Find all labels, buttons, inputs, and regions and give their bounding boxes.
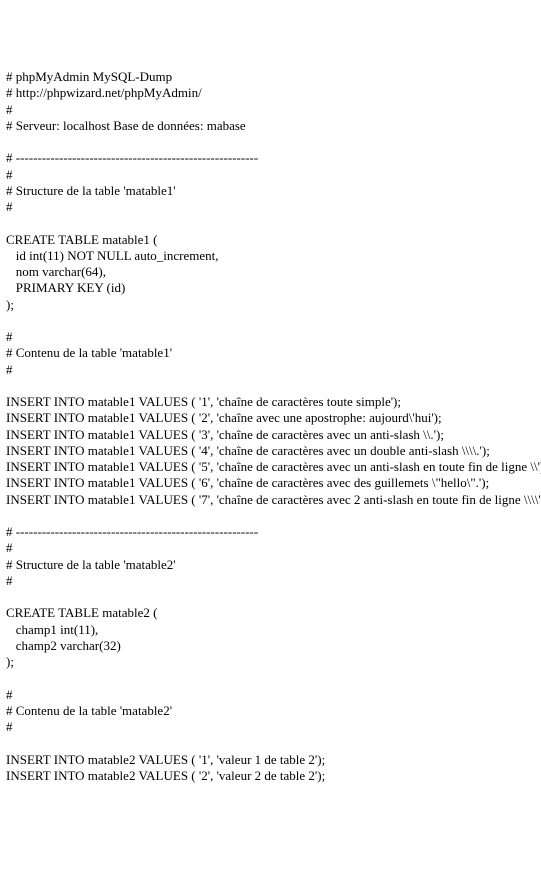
dump-line	[6, 378, 535, 394]
dump-line: CREATE TABLE matable1 (	[6, 232, 535, 248]
dump-line: #	[6, 199, 535, 215]
dump-line: # Contenu de la table 'matable2'	[6, 703, 535, 719]
dump-line	[6, 589, 535, 605]
dump-line: );	[6, 297, 535, 313]
dump-line: #	[6, 329, 535, 345]
dump-line	[6, 735, 535, 751]
dump-line: champ2 varchar(32)	[6, 638, 535, 654]
dump-line: #	[6, 167, 535, 183]
dump-line: #	[6, 687, 535, 703]
dump-line: #	[6, 573, 535, 589]
dump-line: # Structure de la table 'matable1'	[6, 183, 535, 199]
dump-line: # Structure de la table 'matable2'	[6, 557, 535, 573]
dump-line: # Contenu de la table 'matable1'	[6, 345, 535, 361]
dump-line	[6, 215, 535, 231]
dump-line: champ1 int(11),	[6, 622, 535, 638]
dump-line: #	[6, 102, 535, 118]
dump-line: INSERT INTO matable2 VALUES ( '2', 'vale…	[6, 768, 535, 784]
dump-line: id int(11) NOT NULL auto_increment,	[6, 248, 535, 264]
dump-line: CREATE TABLE matable2 (	[6, 605, 535, 621]
dump-line: # http://phpwizard.net/phpMyAdmin/	[6, 85, 535, 101]
dump-line: INSERT INTO matable1 VALUES ( '1', 'chaî…	[6, 394, 535, 410]
dump-line: # phpMyAdmin MySQL-Dump	[6, 69, 535, 85]
dump-line	[6, 134, 535, 150]
dump-line: # Serveur: localhost Base de données: ma…	[6, 118, 535, 134]
dump-line: #	[6, 540, 535, 556]
dump-line: PRIMARY KEY (id)	[6, 280, 535, 296]
dump-line	[6, 313, 535, 329]
dump-line: INSERT INTO matable1 VALUES ( '5', 'chaî…	[6, 459, 535, 475]
dump-line: #	[6, 362, 535, 378]
dump-line: INSERT INTO matable1 VALUES ( '2', 'chaî…	[6, 410, 535, 426]
dump-line	[6, 508, 535, 524]
dump-line: INSERT INTO matable2 VALUES ( '1', 'vale…	[6, 752, 535, 768]
dump-line	[6, 670, 535, 686]
dump-line: # --------------------------------------…	[6, 524, 535, 540]
dump-line: INSERT INTO matable1 VALUES ( '6', 'chaî…	[6, 475, 535, 491]
dump-line: INSERT INTO matable1 VALUES ( '4', 'chaî…	[6, 443, 535, 459]
sql-dump-text: # phpMyAdmin MySQL-Dump# http://phpwizar…	[6, 69, 535, 784]
dump-line: INSERT INTO matable1 VALUES ( '3', 'chaî…	[6, 427, 535, 443]
dump-line: # --------------------------------------…	[6, 150, 535, 166]
dump-line: #	[6, 719, 535, 735]
dump-line: );	[6, 654, 535, 670]
dump-line: INSERT INTO matable1 VALUES ( '7', 'chaî…	[6, 492, 535, 508]
dump-line: nom varchar(64),	[6, 264, 535, 280]
